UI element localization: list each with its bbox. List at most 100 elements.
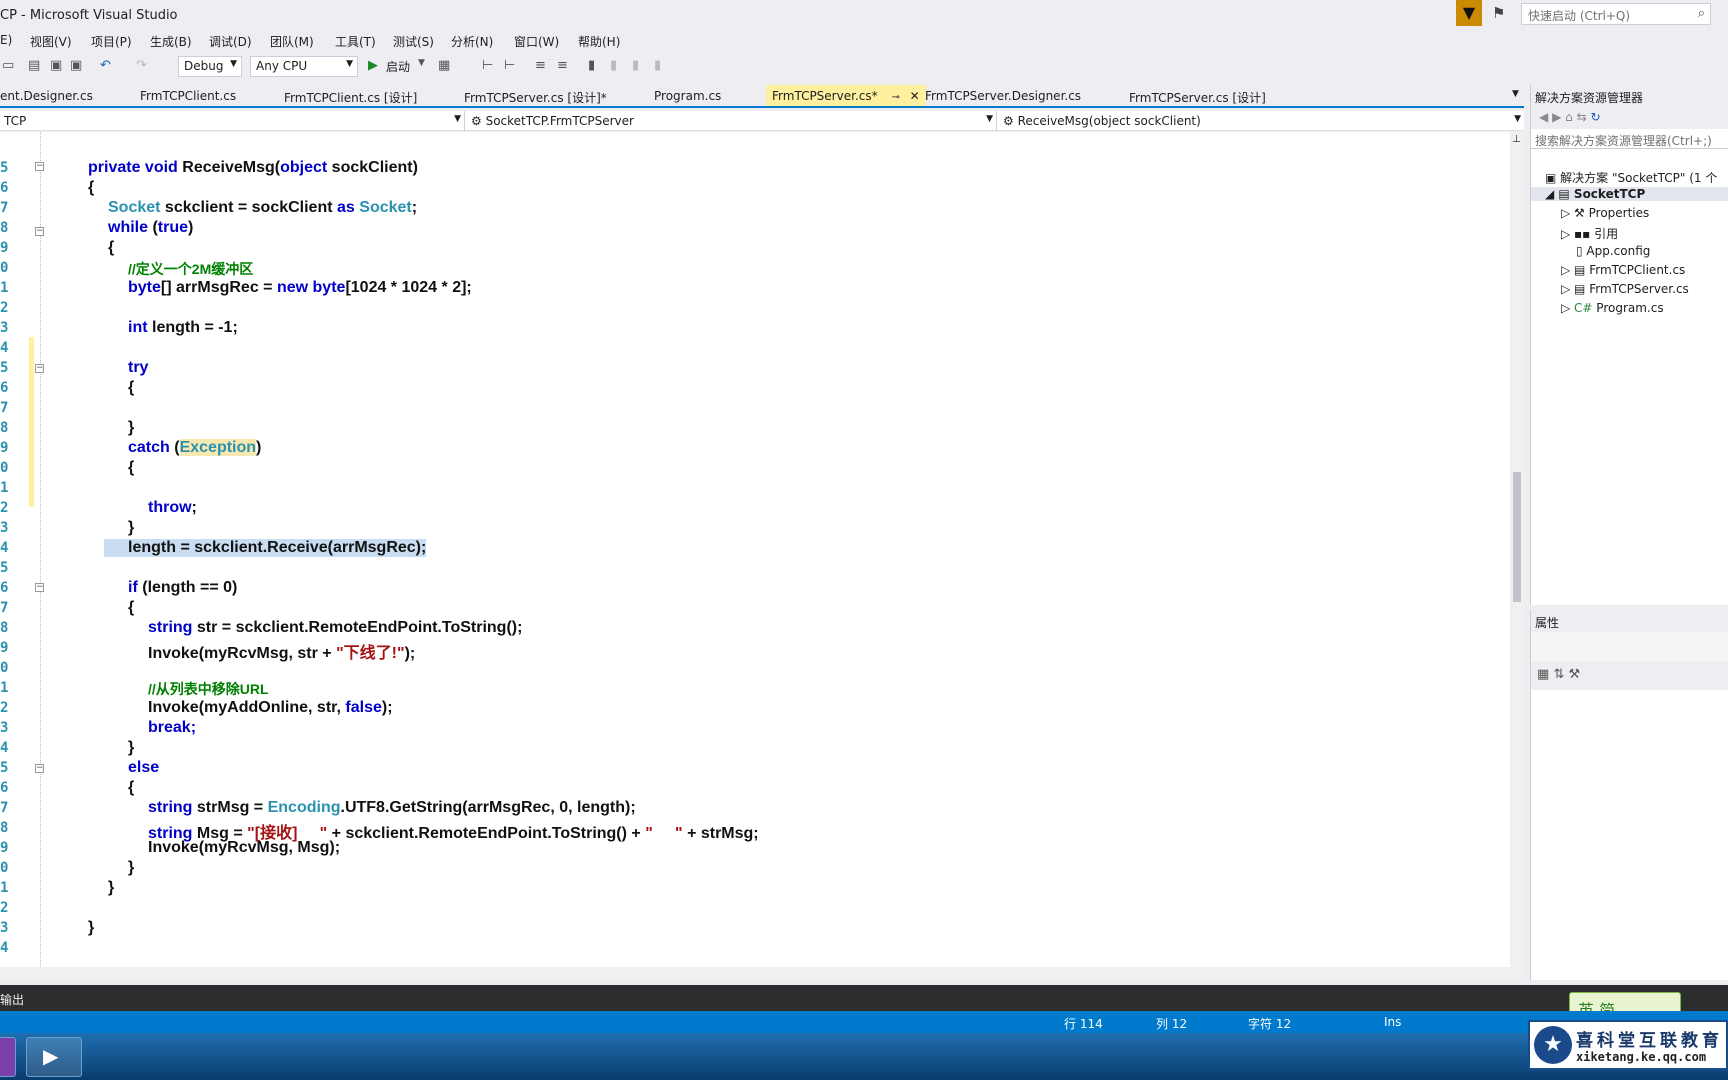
open-file-icon[interactable]: ▭ (2, 58, 14, 73)
solution-search-input[interactable]: 搜索解决方案资源管理器(Ctrl+;) (1531, 129, 1728, 149)
filter-icon[interactable]: ▼ (1456, 0, 1482, 26)
menu-help[interactable]: 帮助(H) (578, 33, 620, 50)
tree-item-label: Properties (1588, 206, 1650, 220)
close-icon[interactable]: ✕ (910, 89, 920, 103)
quick-launch-placeholder: 快速启动 (Ctrl+Q) (1528, 9, 1631, 23)
line-number: 3 (0, 520, 9, 536)
menu-build[interactable]: 生成(B) (150, 33, 192, 50)
title-bar: CP - Microsoft Visual Studio ▼ ⚑ 快速启动 (C… (0, 0, 1728, 30)
save-all-icon[interactable]: ▣ (70, 58, 82, 73)
tab-client-code[interactable]: FrmTCPClient.cs (140, 89, 236, 103)
scrollbar-thumb[interactable] (1513, 472, 1521, 602)
tree-item-program[interactable]: ▷ C# Program.cs (1561, 301, 1664, 315)
split-icon[interactable]: ⊥ (1512, 134, 1521, 145)
chevron-down-icon[interactable]: ▼ (1512, 89, 1519, 99)
menu-window[interactable]: 窗口(W) (514, 33, 559, 50)
config-select[interactable]: Debug ▼ (178, 56, 242, 77)
quick-launch-input[interactable]: 快速启动 (Ctrl+Q) ⌕ (1521, 3, 1711, 25)
fold-toggle[interactable]: − (35, 364, 44, 373)
menu-team[interactable]: 团队(M) (270, 33, 314, 50)
bookmark-icon[interactable]: ▮ (588, 58, 595, 73)
expand-icon: ▷ (1561, 206, 1575, 220)
tree-item-solution[interactable]: ▣ 解决方案 "SocketTCP" (1 个 (1545, 169, 1717, 186)
output-tab[interactable]: 输出 (0, 991, 24, 1008)
tab-server-code[interactable]: FrmTCPServer.cs* ⊸ ✕ (766, 85, 926, 106)
token: [1024 * 1024 * 2]; (345, 279, 472, 296)
undo-icon[interactable]: ↶ (100, 58, 111, 73)
refresh-icon[interactable]: ↻ (1590, 110, 1600, 124)
fold-toggle[interactable]: − (35, 764, 44, 773)
editor-vertical-scrollbar[interactable]: ⊥ (1510, 132, 1524, 967)
fold-toggle[interactable]: − (35, 583, 44, 592)
tree-item-appconfig[interactable]: ▯ App.config (1576, 244, 1650, 258)
menu-test[interactable]: 测试(S) (393, 33, 434, 50)
tab-server-design-modified[interactable]: FrmTCPServer.cs [设计]* (464, 89, 607, 106)
outline2-icon[interactable]: ⊢ (504, 58, 515, 73)
breakpoint-tool-icon[interactable]: ▦ (438, 58, 450, 73)
taskbar-video-app-button[interactable]: ▶ (26, 1037, 82, 1077)
class-dropdown[interactable]: ⚙ SocketTCP.FrmTCPServer ▼ (467, 111, 997, 131)
properties-title: 属性 (1531, 610, 1728, 632)
chevron-down-icon: ▼ (1514, 114, 1521, 124)
line-number: 1 (0, 480, 9, 496)
line-number: 1 (0, 280, 9, 296)
outline-icon[interactable]: ⊢ (482, 58, 493, 73)
menu-view[interactable]: 视图(V) (30, 33, 72, 50)
line-number: 0 (0, 660, 9, 676)
tree-item-project[interactable]: ◢ ▤ SocketTCP (1531, 187, 1728, 201)
tab-server-designer[interactable]: FrmTCPServer.Designer.cs (925, 89, 1081, 103)
pin-icon[interactable]: ⊸ (891, 92, 899, 103)
menu-file[interactable]: E) (0, 33, 12, 47)
open-folder-icon[interactable]: ▤ (28, 58, 40, 73)
menu-project[interactable]: 项目(P) (91, 33, 132, 50)
tab-client-design[interactable]: FrmTCPClient.cs [设计] (284, 89, 417, 106)
comment-icon[interactable]: ≡ (535, 58, 546, 73)
feedback-icon[interactable]: ⚑ (1492, 4, 1505, 22)
brand-watermark: ★ 喜科堂互联教育 xiketang.ke.qq.com (1528, 1020, 1728, 1070)
code-line-receive-selected[interactable]: length = sckclient.Receive(arrMsgRec); (104, 539, 427, 557)
start-button[interactable]: 启动 (386, 58, 410, 75)
tree-item-frmtcpserver[interactable]: ▷ ▤ FrmTCPServer.cs (1561, 282, 1689, 296)
member-dropdown[interactable]: ⚙ ReceiveMsg(object sockClient) ▼ (999, 111, 1524, 131)
project-dropdown[interactable]: TCP ▼ (0, 111, 465, 131)
taskbar-app-button[interactable] (0, 1037, 16, 1077)
editor-horizontal-scrollbar[interactable] (0, 967, 1524, 981)
uncomment-icon[interactable]: ≡ (557, 58, 568, 73)
home-icon[interactable]: ⌂ (1565, 110, 1573, 124)
tab-client-designer[interactable]: ent.Designer.cs (0, 89, 93, 103)
sync-icon[interactable]: ⇆ (1577, 110, 1587, 124)
token: new (276, 279, 309, 296)
play-icon[interactable]: ▶ (368, 58, 378, 73)
next-bookmark-icon[interactable]: ▮ (632, 58, 639, 73)
platform-select[interactable]: Any CPU ▼ (250, 56, 358, 77)
forward-icon[interactable]: ▶ (1552, 110, 1561, 124)
line-number: 7 (0, 600, 9, 616)
sort-alpha-icon[interactable]: ⇅ (1553, 667, 1564, 682)
clear-bookmark-icon[interactable]: ▮ (654, 58, 661, 73)
status-char: 字符 12 (1248, 1017, 1292, 1031)
code-line-brace: } (88, 919, 95, 936)
fold-toggle[interactable]: − (35, 162, 44, 171)
code-editor[interactable]: − − − − − 5 6 7 8 9 0 1 2 3 4 5 6 7 8 9 … (0, 132, 1510, 967)
tab-program[interactable]: Program.cs (654, 89, 721, 103)
change-marker (29, 337, 34, 507)
menu-debug[interactable]: 调试(D) (209, 33, 252, 50)
categorized-icon[interactable]: ▦ (1537, 667, 1549, 682)
tab-server-design[interactable]: FrmTCPServer.cs [设计] (1129, 89, 1266, 106)
properties-object-select[interactable] (1531, 632, 1728, 662)
wrench-icon[interactable]: ⚒ (1568, 667, 1580, 682)
line-number: 8 (0, 420, 9, 436)
back-icon[interactable]: ◀ (1539, 110, 1548, 124)
fold-toggle[interactable]: − (35, 227, 44, 236)
tree-item-frmtcpclient[interactable]: ▷ ▤ FrmTCPClient.cs (1561, 263, 1685, 277)
redo-icon[interactable]: ↷ (136, 58, 147, 73)
menu-analyze[interactable]: 分析(N) (451, 33, 493, 50)
prev-bookmark-icon[interactable]: ▮ (610, 58, 617, 73)
tree-item-properties[interactable]: ▷ ⚒ Properties (1561, 206, 1649, 220)
menu-tools[interactable]: 工具(T) (335, 33, 376, 50)
tree-item-references[interactable]: ▷ ▪▪ 引用 (1561, 225, 1618, 242)
tree-item-label: Program.cs (1596, 301, 1664, 315)
save-icon[interactable]: ▣ (50, 58, 62, 73)
tree-item-label: 引用 (1594, 227, 1619, 241)
chevron-down-icon[interactable]: ▼ (418, 58, 425, 68)
